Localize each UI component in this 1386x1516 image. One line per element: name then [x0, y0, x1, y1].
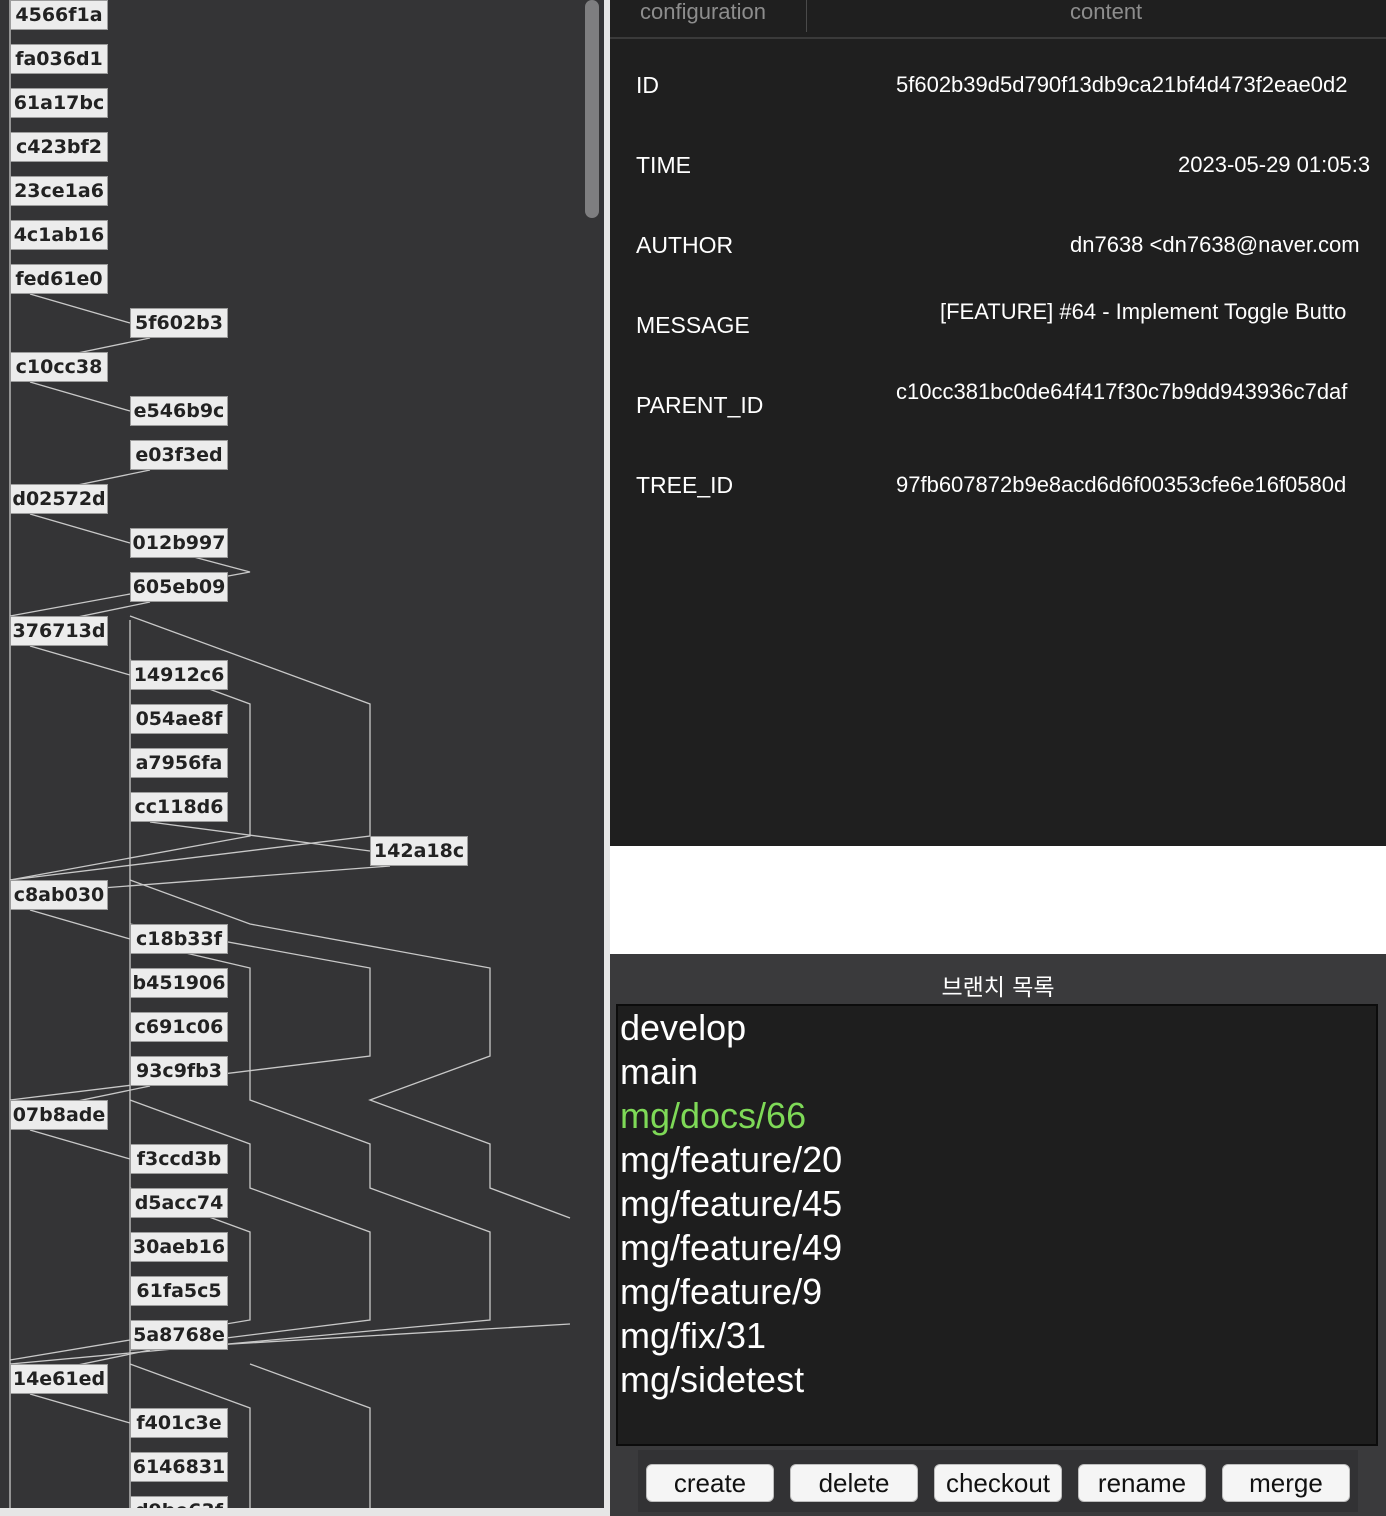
branch-item-mg-docs-66[interactable]: mg/docs/66	[620, 1094, 806, 1138]
detail-key-id: ID	[636, 72, 659, 98]
detail-key-tree-id: TREE_ID	[636, 472, 734, 498]
commit-node[interactable]: e546b9c	[130, 396, 228, 426]
graph-edge	[29, 381, 131, 412]
commit-node[interactable]: cc118d6	[130, 792, 228, 822]
delete-button[interactable]: delete	[790, 1464, 918, 1502]
detail-value-message: [FEATURE] #64 - Implement Toggle Butto	[940, 299, 1347, 324]
commit-node[interactable]: 012b997	[130, 528, 228, 558]
detail-value-time: 2023-05-29 01:05:3	[1178, 152, 1371, 177]
graph-edge	[29, 293, 131, 324]
column-header-content: content	[1070, 0, 1143, 24]
detail-key-message: MESSAGE	[636, 312, 750, 338]
commit-node[interactable]: 30aeb16	[130, 1232, 228, 1262]
detail-value-tree-id: 97fb607872b9e8acd6d6f00353cfe6e16f0580d	[896, 472, 1347, 497]
commit-node[interactable]: 23ce1a6	[10, 176, 108, 206]
column-header-configuration: configuration	[640, 0, 766, 24]
commit-node[interactable]: fed61e0	[10, 264, 108, 294]
commit-node[interactable]: 61a17bc	[10, 88, 108, 118]
commit-node[interactable]: d9be63f	[130, 1496, 228, 1508]
commit-node[interactable]: 605eb09	[130, 572, 228, 602]
checkout-button[interactable]: checkout	[934, 1464, 1062, 1502]
graph-scrollbar[interactable]	[585, 0, 599, 218]
commit-node[interactable]: f3ccd3b	[130, 1144, 228, 1174]
commit-node[interactable]: 14912c6	[130, 660, 228, 690]
commit-node[interactable]: 376713d	[10, 616, 108, 646]
commit-detail-panel: configuration content ID 5f602b39d5d790f…	[610, 0, 1386, 846]
branch-item-mg-feature-49[interactable]: mg/feature/49	[620, 1226, 842, 1270]
commit-node[interactable]: 07b8ade	[10, 1100, 108, 1130]
commit-node[interactable]: f401c3e	[130, 1408, 228, 1438]
commit-node[interactable]: 054ae8f	[130, 704, 228, 734]
branch-panel: 브랜치 목록 develop main mg/docs/66 mg/featur…	[610, 954, 1386, 1516]
commit-node[interactable]: b451906	[130, 968, 228, 998]
branch-item-mg-feature-20[interactable]: mg/feature/20	[620, 1138, 842, 1182]
commit-node[interactable]: c8ab030	[10, 880, 108, 910]
commit-node[interactable]: 5f602b3	[130, 308, 228, 338]
branch-item-develop[interactable]: develop	[620, 1006, 746, 1050]
create-button[interactable]: create	[646, 1464, 774, 1502]
branch-action-bar: create delete checkout rename merge	[638, 1450, 1358, 1512]
panel-gap	[610, 846, 1386, 954]
branch-item-mg-feature-9[interactable]: mg/feature/9	[620, 1270, 822, 1314]
detail-key-parent-id: PARENT_ID	[636, 392, 764, 418]
header-separator	[806, 0, 807, 32]
detail-value-id: 5f602b39d5d790f13db9ca21bf4d473f2eae0d2	[896, 72, 1348, 97]
graph-edge	[29, 1393, 131, 1424]
commit-node[interactable]: c691c06	[130, 1012, 228, 1042]
commit-node[interactable]: 4c1ab16	[10, 220, 108, 250]
detail-value-author: dn7638 <dn7638@naver.com	[1070, 232, 1360, 257]
detail-key-author: AUTHOR	[636, 232, 734, 258]
commit-node[interactable]: fa036d1	[10, 44, 108, 74]
commit-node[interactable]: 61fa5c5	[130, 1276, 228, 1306]
branch-list-title: 브랜치 목록	[941, 975, 1055, 1001]
detail-key-time: TIME	[636, 152, 691, 178]
branch-item-mg-sidetest[interactable]: mg/sidetest	[620, 1358, 804, 1402]
commit-node[interactable]: 93c9fb3	[130, 1056, 228, 1086]
commit-node[interactable]: d02572d	[10, 484, 108, 514]
commit-node[interactable]: 4566f1a	[10, 0, 108, 30]
commit-graph-pane[interactable]: 4566f1a fa036d1 61a17bc c423bf2 23ce1a6 4c1ab…	[0, 0, 604, 1508]
commit-node[interactable]: 142a18c	[370, 836, 468, 866]
branch-route-f	[129, 1099, 571, 1351]
graph-edge	[29, 909, 131, 940]
header-divider	[610, 37, 1386, 39]
commit-node[interactable]: c18b33f	[130, 924, 228, 954]
rename-button[interactable]: rename	[1078, 1464, 1206, 1502]
commit-node[interactable]: e03f3ed	[130, 440, 228, 470]
branch-item-mg-fix-31[interactable]: mg/fix/31	[620, 1314, 766, 1358]
commit-node[interactable]: c423bf2	[10, 132, 108, 162]
commit-node[interactable]: c10cc38	[10, 352, 108, 382]
commit-node[interactable]: 6146831	[130, 1452, 228, 1482]
branch-list[interactable]: develop main mg/docs/66 mg/feature/20 mg…	[616, 1004, 1378, 1446]
branch-item-main[interactable]: main	[620, 1050, 698, 1094]
graph-edge	[29, 645, 131, 676]
graph-edge	[29, 513, 131, 544]
merge-button[interactable]: merge	[1222, 1464, 1350, 1502]
commit-node[interactable]: 5a8768e	[130, 1320, 228, 1350]
detail-value-parent-id: c10cc381bc0de64f417f30c7b9dd943936c7daf	[896, 379, 1348, 404]
commit-node[interactable]: a7956fa	[130, 748, 228, 778]
commit-node[interactable]: 14e61ed	[10, 1364, 108, 1394]
graph-edge	[149, 821, 371, 852]
branch-item-mg-feature-45[interactable]: mg/feature/45	[620, 1182, 842, 1226]
branch-route-i	[249, 1363, 371, 1508]
commit-node[interactable]: d5acc74	[130, 1188, 228, 1218]
graph-edge	[29, 1129, 131, 1160]
